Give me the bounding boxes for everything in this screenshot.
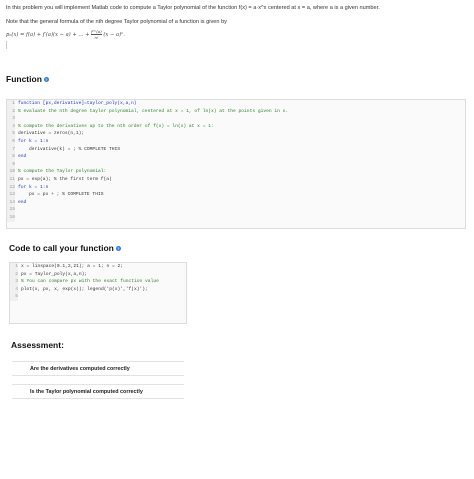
line-number: 15 bbox=[7, 206, 15, 214]
divider bbox=[6, 41, 7, 49]
code-line[interactable]: 5 derivative = zeros(n,1); bbox=[7, 130, 465, 138]
help-icon[interactable]: ? bbox=[43, 77, 49, 83]
code-text: % compute the derivatives up to the nth … bbox=[18, 123, 214, 129]
line-number: 8 bbox=[7, 153, 15, 161]
line-number: 1 bbox=[10, 263, 18, 271]
line-number: 12 bbox=[7, 183, 15, 192]
line-number: 16 bbox=[7, 213, 15, 222]
code-text: derivative(k) = ; % COMPLETE THIS bbox=[18, 146, 120, 152]
call-section-title: Code to call your function? bbox=[9, 243, 121, 253]
code-text: px = px + ; % COMPLETE THIS bbox=[18, 192, 104, 198]
line-number: 3 bbox=[10, 278, 18, 286]
code-line[interactable]: 13 px = px + ; % COMPLETE THIS bbox=[7, 191, 465, 199]
code-line[interactable]: 2 px = Taylor_poly(x,a,n); bbox=[10, 270, 186, 279]
formula-fraction: f⁽ⁿ⁾(a) n! bbox=[91, 29, 102, 40]
code-text: x = linspace(0.1,2,21); a = 1; n = 2; bbox=[21, 264, 123, 269]
code-line[interactable]: 15 bbox=[7, 206, 465, 214]
code-line[interactable]: 4 plot(x, px, x, exp(x)); legend('p(x)','… bbox=[10, 285, 186, 294]
line-number: 10 bbox=[7, 168, 15, 176]
formula-right: (x − a)ⁿ. bbox=[103, 32, 125, 38]
intro-line-1: In this problem you will implement Matla… bbox=[6, 5, 380, 11]
line-number: 7 bbox=[7, 145, 15, 154]
call-code-editor[interactable]: 1x = linspace(0.1,2,21); a = 1; n = 2; 2 p… bbox=[9, 262, 187, 324]
line-number: 4 bbox=[7, 122, 15, 131]
code-line[interactable]: 7 derivative(k) = ; % COMPLETE THIS bbox=[7, 145, 465, 154]
formula-denominator: n! bbox=[94, 35, 99, 40]
assessment-title: Assessment: bbox=[11, 340, 64, 350]
formula-left: pₙ(x) = f(a) + f′(a)(x − a) + … + bbox=[6, 32, 92, 38]
code-text: % compute the Taylor polynomial: bbox=[18, 169, 107, 175]
code-line[interactable]: 14 end bbox=[7, 198, 465, 207]
line-number: 11 bbox=[7, 175, 15, 184]
code-line[interactable]: 12 for k = 1:n bbox=[7, 183, 465, 192]
line-number: 13 bbox=[7, 191, 15, 199]
assessment-item: Is the Taylor polynomial computed correc… bbox=[12, 384, 184, 399]
code-text: for k = 1:n bbox=[18, 184, 49, 190]
code-text: plot(x, px, x, exp(x)); legend('p(x)','f… bbox=[21, 286, 148, 292]
code-line[interactable]: 4% compute the derivatives up to the nth… bbox=[7, 122, 465, 131]
code-line[interactable]: 16 bbox=[7, 213, 465, 222]
code-text: end bbox=[18, 199, 27, 205]
code-text: function [px,derivative]=taylor_poly(x,a… bbox=[18, 101, 137, 106]
code-line[interactable]: 1x = linspace(0.1,2,21); a = 1; n = 2; bbox=[10, 263, 186, 271]
help-icon[interactable]: ? bbox=[115, 246, 121, 252]
line-number: 5 bbox=[10, 293, 18, 301]
line-number: 5 bbox=[7, 130, 15, 138]
function-section-title: Function? bbox=[6, 74, 49, 84]
code-text: % You can compare px with the exact func… bbox=[21, 279, 159, 285]
code-line[interactable]: 3 bbox=[7, 115, 465, 123]
call-title-text: Code to call your function bbox=[9, 243, 114, 253]
function-title-text: Function bbox=[6, 74, 42, 84]
code-text: px = Taylor_poly(x,a,n); bbox=[21, 271, 88, 277]
code-line[interactable]: 5 bbox=[10, 293, 186, 301]
intro-line-2: Note that the general formula of the nth… bbox=[6, 19, 227, 25]
code-line[interactable]: 1 function [px,derivative]=taylor_poly(x,… bbox=[7, 100, 465, 108]
code-line[interactable]: 6 for k = 1:n bbox=[7, 137, 465, 146]
code-text: end bbox=[18, 154, 27, 160]
code-line[interactable]: 10% compute the Taylor polynomial: bbox=[7, 168, 465, 176]
code-text: derivative = zeros(n,1); bbox=[18, 131, 85, 137]
code-line[interactable]: 8 end bbox=[7, 153, 465, 161]
line-number: 2 bbox=[10, 270, 18, 279]
assessment-item: Are the derivatives computed correctly bbox=[12, 361, 184, 376]
code-line[interactable]: 11 px = exp(a); % the first term f(a) bbox=[7, 175, 465, 184]
problem-intro: In this problem you will implement Matla… bbox=[6, 4, 470, 32]
line-number: 2 bbox=[7, 107, 15, 116]
code-line[interactable]: 9 bbox=[7, 160, 465, 169]
line-number: 3 bbox=[7, 115, 15, 123]
code-text: px = exp(a); % the first term f(a) bbox=[18, 176, 112, 182]
code-line[interactable]: 2% evaluate the nth degree taylor polyno… bbox=[7, 107, 465, 116]
taylor-formula: pₙ(x) = f(a) + f′(a)(x − a) + … + f⁽ⁿ⁾(a… bbox=[6, 29, 125, 40]
code-text: % evaluate the nth degree taylor polynom… bbox=[18, 108, 289, 114]
line-number: 4 bbox=[10, 285, 18, 294]
line-number: 6 bbox=[7, 137, 15, 146]
code-line[interactable]: 3% You can compare px with the exact fun… bbox=[10, 278, 186, 286]
function-code-editor[interactable]: 1 function [px,derivative]=taylor_poly(x,… bbox=[6, 99, 466, 229]
line-number: 1 bbox=[7, 100, 15, 108]
line-number: 14 bbox=[7, 198, 15, 207]
code-text: for k = 1:n bbox=[18, 138, 49, 144]
line-number: 9 bbox=[7, 160, 15, 169]
